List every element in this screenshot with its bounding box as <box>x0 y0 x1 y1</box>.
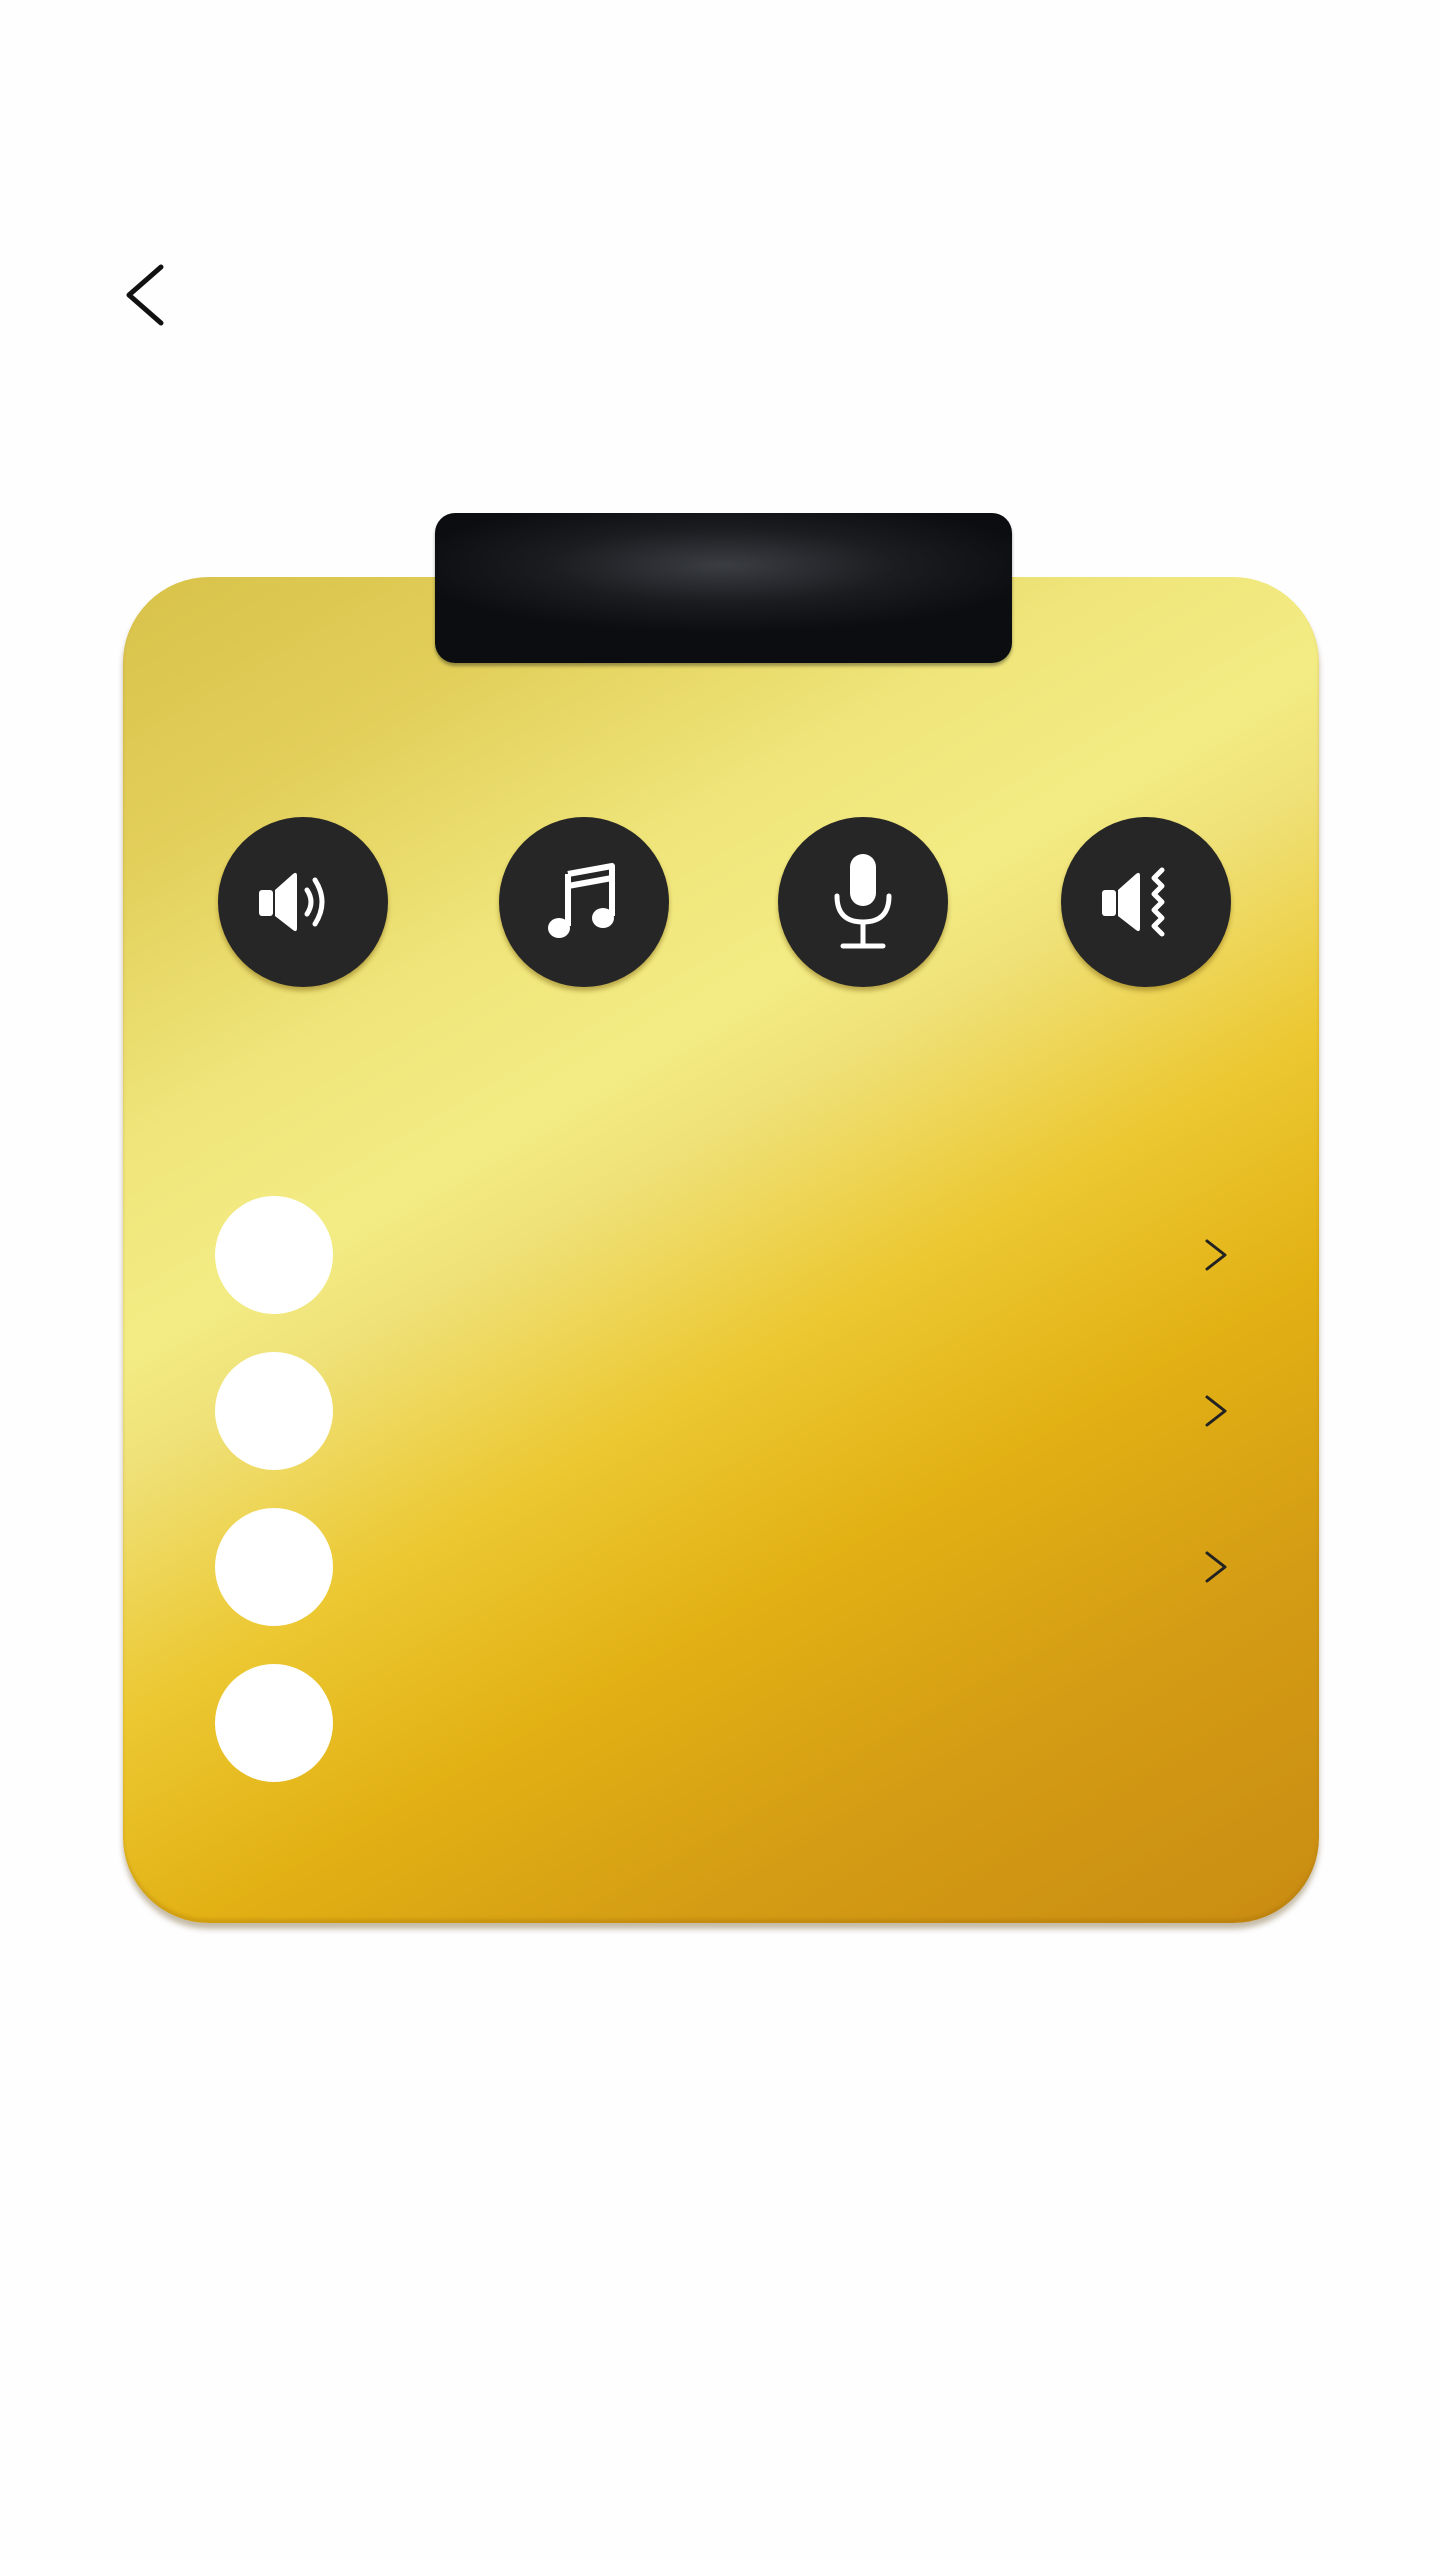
card-tab <box>435 513 1012 663</box>
chevron-left-icon <box>126 264 164 326</box>
settings-list-item[interactable] <box>215 1196 1235 1314</box>
microphone-mode-button[interactable] <box>778 817 948 987</box>
chevron-right-icon <box>1205 1239 1227 1271</box>
speaker-vibration-mode-button[interactable] <box>1061 817 1231 987</box>
item-indicator-dot <box>215 1352 333 1470</box>
speaker-sound-icon <box>259 872 325 932</box>
item-indicator-dot <box>215 1196 333 1314</box>
settings-list-item[interactable] <box>215 1508 1235 1626</box>
chevron-right-icon <box>1205 1395 1227 1427</box>
music-mode-button[interactable] <box>499 817 669 987</box>
item-indicator-dot <box>215 1508 333 1626</box>
chevron-right-icon <box>1205 1551 1227 1583</box>
speaker-mode-button[interactable] <box>218 817 388 987</box>
back-button[interactable] <box>105 245 185 345</box>
speaker-vibration-icon <box>1102 867 1165 937</box>
microphone-icon <box>834 854 892 949</box>
mode-button-row <box>0 817 1440 989</box>
settings-list-item[interactable] <box>215 1664 1235 1782</box>
item-indicator-dot <box>215 1664 333 1782</box>
music-note-icon <box>548 863 615 938</box>
settings-list-item[interactable] <box>215 1352 1235 1470</box>
audio-settings-screen <box>0 0 1440 2560</box>
